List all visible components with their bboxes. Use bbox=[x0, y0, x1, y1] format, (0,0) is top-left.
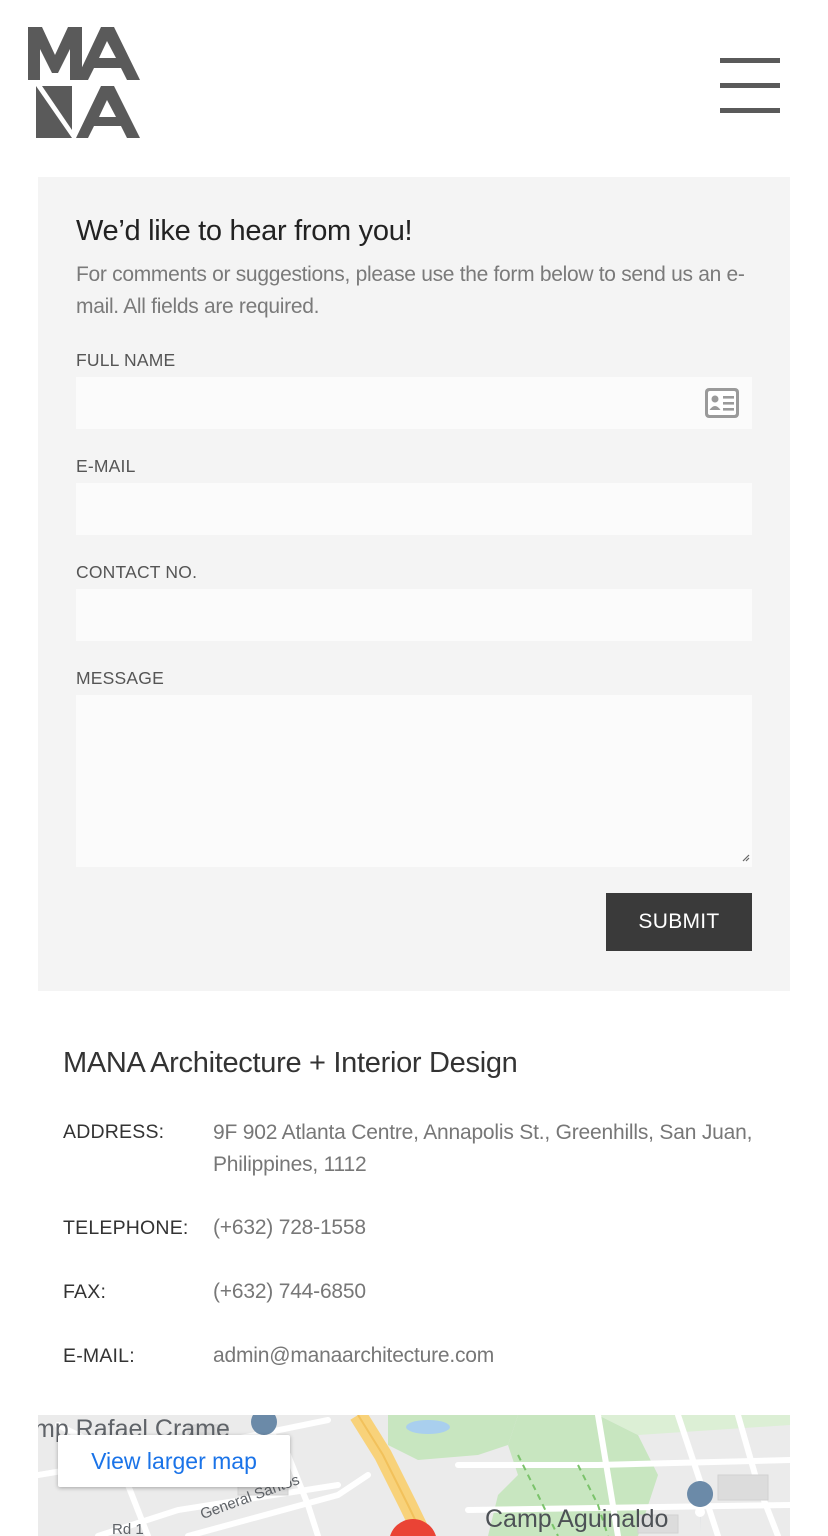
email-info-value[interactable]: admin@manaarchitecture.com bbox=[213, 1340, 773, 1372]
embedded-map[interactable]: mp Rafael Crame General Santos Rd 1 Camp… bbox=[38, 1415, 790, 1536]
email-label: E-MAIL bbox=[76, 456, 136, 476]
fax-label: FAX: bbox=[63, 1281, 107, 1303]
full-name-label: FULL NAME bbox=[76, 350, 176, 370]
contact-card-icon bbox=[705, 388, 739, 418]
email-info-label: E-MAIL: bbox=[63, 1345, 135, 1367]
address-value: 9F 902 Atlanta Centre, Annapolis St., Gr… bbox=[213, 1121, 753, 1176]
site-header bbox=[0, 0, 828, 170]
resize-grip-icon[interactable] bbox=[740, 852, 750, 862]
contact-no-input[interactable] bbox=[76, 589, 752, 641]
form-intro: For comments or suggestions, please use … bbox=[76, 263, 745, 318]
submit-button[interactable]: SUBMIT bbox=[606, 893, 752, 951]
email-input[interactable] bbox=[76, 483, 752, 535]
hamburger-menu-icon[interactable] bbox=[720, 58, 780, 116]
address-label: ADDRESS: bbox=[63, 1121, 165, 1143]
map-label-camp-aguinaldo: Camp Aguinaldo bbox=[485, 1505, 669, 1533]
fax-value: (+632) 744-6850 bbox=[213, 1280, 366, 1303]
telephone-label: TELEPHONE: bbox=[63, 1217, 189, 1239]
contact-form-panel: We’d like to hear from you! For comments… bbox=[38, 177, 790, 991]
company-name: MANA Architecture + Interior Design bbox=[63, 1047, 518, 1079]
message-label: MESSAGE bbox=[76, 668, 164, 688]
form-title: We’d like to hear from you! bbox=[76, 215, 413, 247]
menu-bar bbox=[720, 83, 780, 88]
map-label-road: Rd 1 bbox=[112, 1521, 144, 1536]
menu-bar bbox=[720, 108, 780, 113]
message-textarea[interactable] bbox=[76, 695, 752, 867]
view-larger-map-button[interactable]: View larger map bbox=[58, 1435, 290, 1487]
telephone-value[interactable]: (+632) 728-1558 bbox=[213, 1212, 773, 1244]
contact-no-label: CONTACT NO. bbox=[76, 562, 198, 582]
full-name-input[interactable] bbox=[76, 377, 752, 429]
menu-bar bbox=[720, 58, 780, 63]
mana-logo[interactable] bbox=[28, 27, 140, 139]
